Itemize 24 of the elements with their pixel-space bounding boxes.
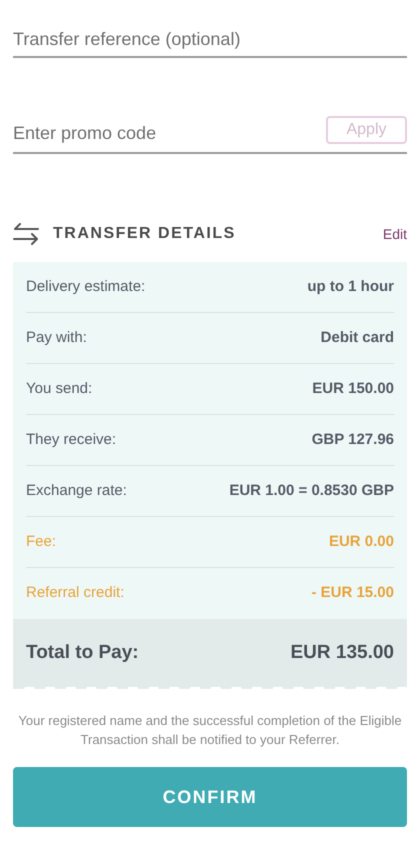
total-label: Total to Pay: (26, 640, 139, 665)
apply-button[interactable]: Apply (326, 116, 407, 144)
promo-input[interactable]: Enter promo code (13, 120, 326, 146)
row-value: EUR 150.00 (312, 378, 394, 399)
row-value: EUR 1.00 = 0.8530 GBP (229, 480, 394, 501)
referral-notice: Your registered name and the successful completion of the Eligible Transaction shall be notified to your Referrer. (17, 712, 403, 749)
row-label: They receive: (26, 430, 116, 450)
row-label: Fee: (26, 532, 56, 552)
row-value: up to 1 hour (307, 276, 394, 297)
confirm-button[interactable]: CONFIRM (13, 767, 407, 827)
section-title: TRANSFER DETAILS (53, 224, 236, 244)
row-value: GBP 127.96 (312, 430, 394, 450)
row-value: EUR 0.00 (328, 532, 394, 552)
row-label: Pay with: (26, 328, 87, 348)
row-label: Delivery estimate: (26, 276, 146, 297)
reference-field[interactable]: Transfer reference (optional) (13, 22, 407, 58)
row-value: Debit card (320, 328, 394, 348)
edit-link[interactable]: Edit (382, 224, 407, 244)
row-label: You send: (26, 378, 92, 399)
swap-arrows-icon (13, 223, 39, 245)
row-value: - EUR 15.00 (311, 583, 394, 604)
row-label: Exchange rate: (26, 480, 127, 501)
row-label: Referral credit: (26, 583, 124, 604)
total-value: EUR 135.00 (290, 640, 394, 665)
